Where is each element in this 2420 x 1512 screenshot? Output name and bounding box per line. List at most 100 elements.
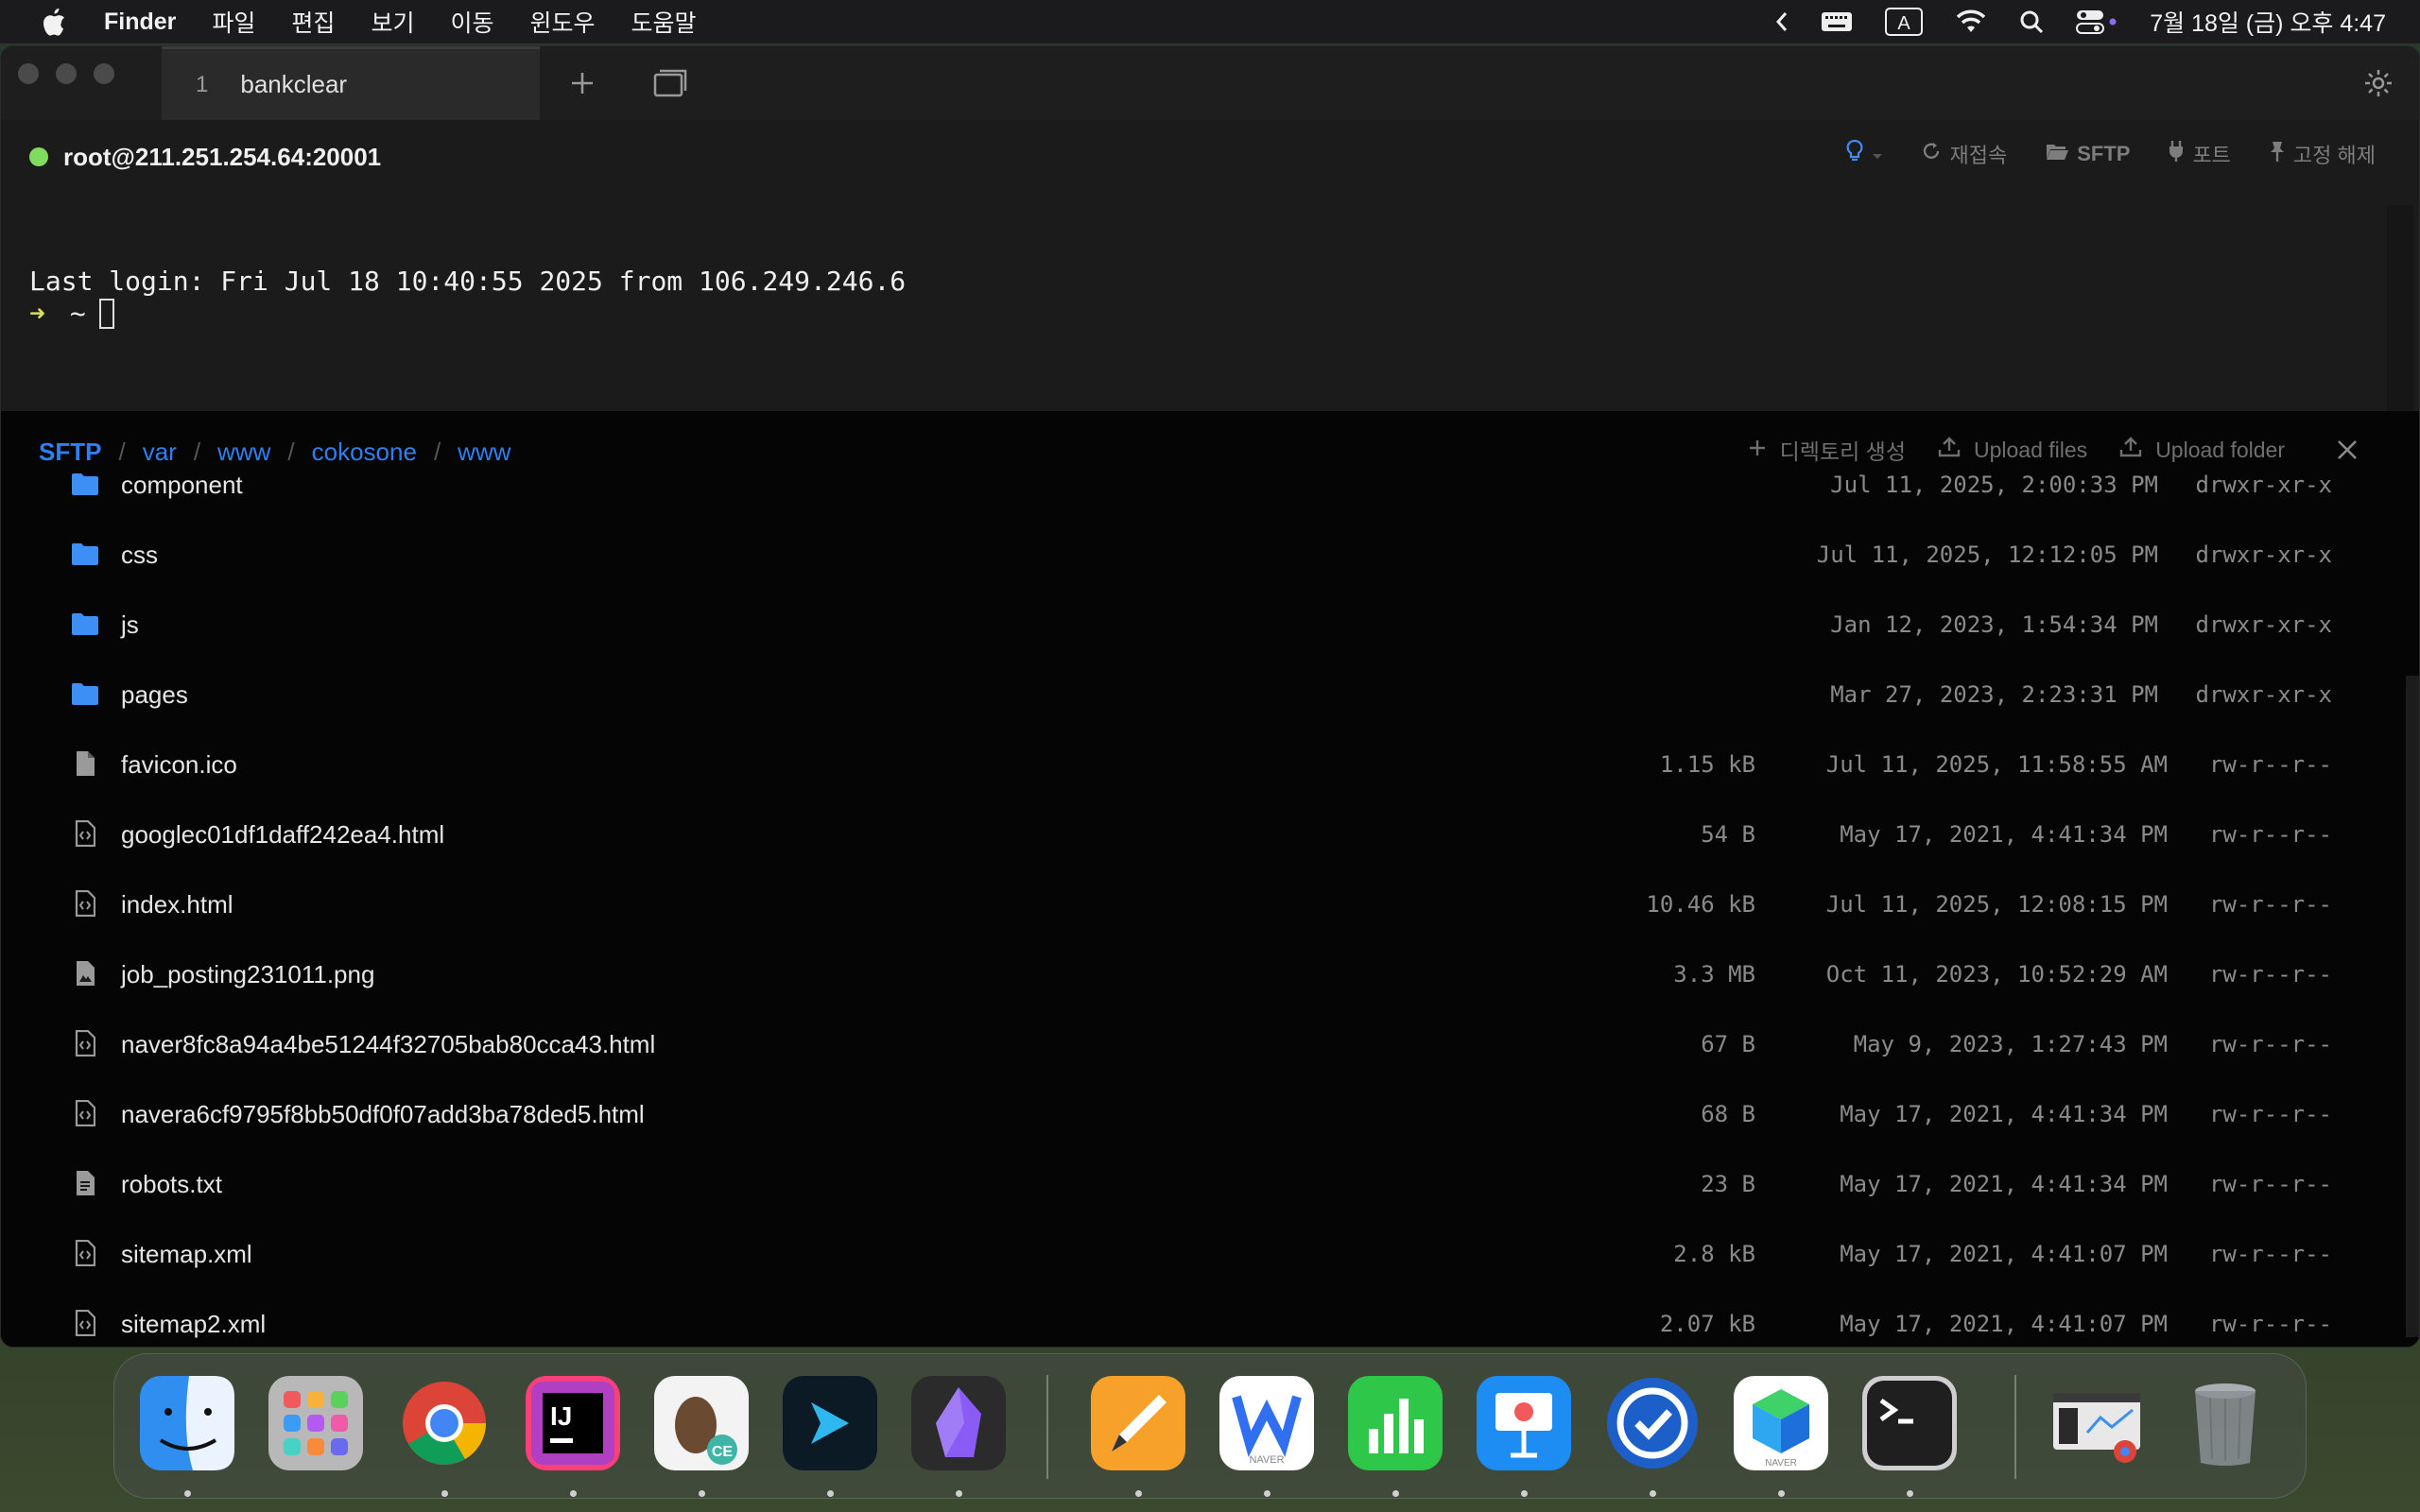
window-preview-icon[interactable] (2047, 1373, 2147, 1473)
sync-icon[interactable] (1602, 1373, 1703, 1473)
file-size: 23 B (1701, 1171, 1755, 1197)
running-indicator (1392, 1490, 1399, 1497)
file-date: Jul 11, 2025, 2:00:33 PM (1830, 472, 2158, 498)
port-forward-button[interactable]: 포트 (2168, 139, 2231, 169)
menu-edit[interactable]: 편집 (291, 5, 335, 39)
termius-icon[interactable] (780, 1373, 880, 1473)
input-source-icon[interactable]: A (1885, 8, 1924, 36)
sftp-label: SFTP (2077, 142, 2131, 165)
menu-bar: Finder 파일 편집 보기 이동 윈도우 도움말 A 7월 18일 (금) … (0, 0, 2420, 43)
svg-text:IJ: IJ (550, 1401, 572, 1431)
file-row[interactable]: job_posting231011.png 3.3 MB Oct 11, 2023,… (1, 938, 2419, 1008)
wifi-icon[interactable] (1955, 9, 1987, 34)
menu-window[interactable]: 윈도우 (529, 5, 595, 39)
svg-text:NAVER: NAVER (1249, 1454, 1284, 1466)
apple-menu-icon[interactable] (34, 3, 72, 41)
chrome-icon[interactable] (394, 1373, 494, 1473)
pages-icon[interactable] (1088, 1373, 1188, 1473)
sftp-scrollbar[interactable] (2406, 676, 2419, 1337)
file-row[interactable]: robots.txt 23 B May 17, 2021, 4:41:34 PM rw… (1, 1148, 2419, 1218)
file-permissions: drwxr-xr-x (2195, 541, 2333, 568)
new-tab-plus-icon[interactable] (566, 67, 598, 99)
running-indicator (1778, 1490, 1785, 1497)
unpin-button[interactable]: 고정 해제 (2269, 139, 2376, 169)
keyboard-icon[interactable] (1821, 10, 1853, 33)
folder-icon (71, 470, 99, 498)
sftp-panel: SFTP / var / www / cokosone / www 디렉토리 생… (1, 411, 2419, 1347)
chevron-left-icon[interactable] (1775, 10, 1789, 33)
running-indicator (570, 1490, 577, 1497)
zoom-window-button[interactable] (94, 63, 114, 84)
reconnect-label: 재접속 (1949, 144, 2008, 167)
file-permissions: rw-r--r-- (2208, 1311, 2332, 1337)
menu-file[interactable]: 파일 (212, 5, 255, 39)
file-row[interactable]: sitemap2.xml 2.07 kB May 17, 2021, 4:41:07… (1, 1288, 2419, 1347)
gear-icon[interactable] (2362, 67, 2394, 99)
running-indicator (1521, 1490, 1528, 1497)
sftp-button[interactable]: SFTP (2045, 141, 2130, 167)
file-row[interactable]: favicon.ico 1.15 kB Jul 11, 2025, 11:58:55… (1, 729, 2419, 799)
finder-icon[interactable] (137, 1373, 237, 1473)
file-permissions: drwxr-xr-x (2195, 611, 2333, 638)
unpin-label: 고정 해제 (2292, 144, 2376, 167)
file-size: 67 B (1701, 1031, 1755, 1057)
folder-row[interactable]: css Jul 11, 2025, 12:12:05 PM drwxr-xr-x (1, 519, 2419, 589)
file-row[interactable]: sitemap.xml 2.8 kB May 17, 2021, 4:41:07 P… (1, 1218, 2419, 1288)
search-icon[interactable] (2019, 9, 2044, 34)
file-permissions: rw-r--r-- (2208, 891, 2332, 918)
file-permissions: drwxr-xr-x (2195, 472, 2333, 498)
naver-box-icon[interactable]: NAVER (1731, 1373, 1831, 1473)
tab-overview-icon[interactable] (653, 67, 687, 99)
menu-app-name[interactable]: Finder (104, 9, 176, 36)
folder-row[interactable]: component Jul 11, 2025, 2:00:33 PM drwxr-x… (1, 449, 2419, 519)
control-center-icon[interactable] (2076, 9, 2118, 35)
file-row[interactable]: navera6cf9795f8bb50df0f07add3ba78ded5.ht… (1, 1078, 2419, 1148)
file-row[interactable]: naver8fc8a94a4be51244f32705bab80cca43.ht… (1, 1008, 2419, 1078)
text-file-icon (71, 1169, 99, 1197)
file-size: 1.15 kB (1659, 751, 1755, 778)
keynote-icon[interactable] (1474, 1373, 1574, 1473)
file-row[interactable]: googlec01df1daff242ea4.html 54 B May 17, 2… (1, 799, 2419, 868)
file-name: favicon.ico (121, 750, 237, 779)
menu-go[interactable]: 이동 (450, 5, 493, 39)
file-permissions: drwxr-xr-x (2195, 681, 2333, 708)
code-file-icon (71, 1099, 99, 1127)
menu-help[interactable]: 도움말 (631, 5, 696, 39)
trash-icon[interactable] (2175, 1373, 2275, 1473)
tab-bar: 1 bankclear (1, 46, 2419, 120)
svg-text:CE: CE (712, 1444, 734, 1460)
intellij-icon[interactable]: IJ (523, 1373, 623, 1473)
file-date: Jul 11, 2025, 12:12:05 PM (1816, 541, 2158, 568)
terminal-scrollbar[interactable] (2387, 205, 2413, 411)
reconnect-button[interactable]: 재접속 (1921, 139, 2007, 169)
code-file-icon (71, 819, 99, 848)
terminal-window: 1 bankclear root@211.251.254.64:20001 재접… (0, 45, 2420, 1348)
prompt-line: ➜ ~ (29, 298, 114, 329)
folder-icon (71, 679, 99, 708)
numbers-icon[interactable] (1345, 1373, 1445, 1473)
close-window-button[interactable] (18, 63, 39, 84)
running-indicator (184, 1490, 191, 1497)
file-size: 2.07 kB (1659, 1311, 1755, 1337)
svg-text:A: A (1898, 13, 1911, 34)
file-list: component Jul 11, 2025, 2:00:33 PM drwxr-x… (1, 449, 2419, 1347)
launchpad-icon[interactable] (266, 1373, 366, 1473)
dbeaver-icon[interactable]: CE (651, 1373, 752, 1473)
file-icon (71, 749, 99, 778)
folder-row[interactable]: pages Mar 27, 2023, 2:23:31 PM drwxr-xr-x (1, 659, 2419, 729)
menubar-clock[interactable]: 7월 18일 (금) 오후 4:47 (2150, 5, 2386, 39)
folder-row[interactable]: js Jan 12, 2023, 1:54:34 PM drwxr-xr-x (1, 589, 2419, 659)
terminal-output[interactable]: Last login: Fri Jul 18 10:40:55 2025 fro… (1, 205, 2419, 411)
snippets-button[interactable] (1845, 139, 1883, 169)
terminal-icon[interactable] (1859, 1373, 1960, 1473)
minimize-window-button[interactable] (56, 63, 77, 84)
tab-bankclear[interactable]: 1 bankclear (162, 46, 540, 120)
obsidian-icon[interactable] (908, 1373, 1009, 1473)
menu-view[interactable]: 보기 (371, 5, 414, 39)
code-file-icon (71, 1029, 99, 1057)
running-indicator (827, 1490, 834, 1497)
naver-works-icon[interactable]: NAVER (1217, 1373, 1317, 1473)
file-permissions: rw-r--r-- (2208, 751, 2332, 778)
file-date: May 17, 2021, 4:41:07 PM (1840, 1241, 2168, 1267)
file-row[interactable]: index.html 10.46 kB Jul 11, 2025, 12:08:15… (1, 868, 2419, 938)
